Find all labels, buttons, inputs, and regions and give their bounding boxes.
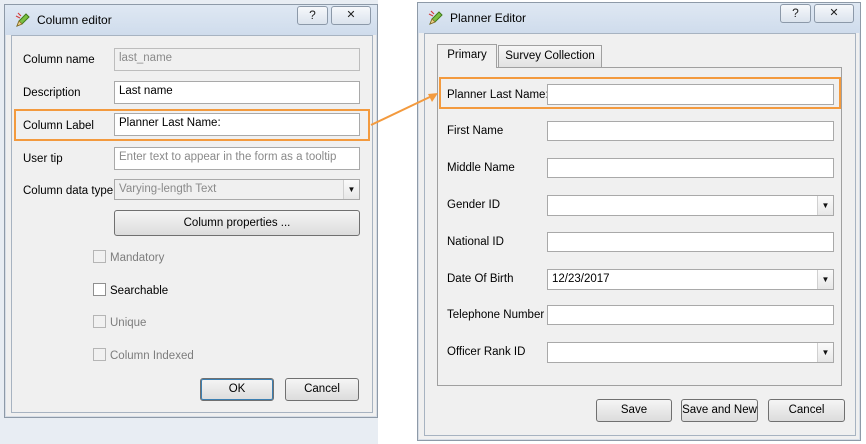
national-id-field[interactable] (547, 232, 834, 252)
middle-name-field[interactable] (547, 158, 834, 178)
column-properties-button[interactable]: Column properties ... (114, 210, 360, 236)
cancel-button[interactable]: Cancel (285, 378, 359, 401)
searchable-label: Searchable (110, 285, 169, 297)
primary-tab-pane (437, 67, 842, 386)
cancel-button[interactable]: Cancel (768, 399, 845, 422)
save-button[interactable]: Save (596, 399, 672, 422)
unique-checkbox[interactable]: Unique (93, 315, 146, 329)
middle-name-label: Middle Name (447, 162, 515, 174)
first-name-field[interactable] (547, 121, 834, 141)
column-editor-window: Column editor ? ✕ Column name last_name … (4, 4, 378, 418)
column-indexed-checkbox[interactable]: Column Indexed (93, 348, 194, 362)
column-indexed-label: Column Indexed (110, 350, 194, 362)
first-name-label: First Name (447, 125, 504, 137)
national-id-label: National ID (447, 236, 504, 248)
close-button[interactable]: ✕ (814, 4, 854, 23)
description-label: Description (23, 87, 81, 99)
planner-editor-window: Planner Editor ? ✕ Primary Survey Collec… (417, 2, 861, 441)
help-button[interactable]: ? (297, 6, 328, 25)
ok-button[interactable]: OK (200, 378, 274, 401)
mandatory-label: Mandatory (110, 252, 165, 264)
gender-id-label: Gender ID (447, 199, 501, 211)
date-of-birth-picker[interactable]: 12/23/2017 ▼ (547, 269, 834, 290)
column-data-type-value: Varying-length Text (119, 183, 217, 195)
column-name-field[interactable]: last_name (114, 48, 360, 71)
gender-id-select[interactable]: ▼ (547, 195, 834, 216)
user-tip-label: User tip (23, 153, 63, 165)
searchable-checkbox[interactable]: Searchable (93, 283, 168, 297)
column-label-field[interactable]: Planner Last Name: (114, 113, 360, 136)
chevron-down-icon: ▼ (817, 196, 833, 215)
planner-editor-title: Planner Editor (450, 11, 527, 25)
officer-rank-id-select[interactable]: ▼ (547, 342, 834, 363)
column-data-type-select[interactable]: Varying-length Text ▼ (114, 179, 360, 200)
column-data-type-label: Column data type (23, 185, 114, 197)
telephone-number-label: Telephone Number (447, 309, 545, 321)
column-editor-titlebar: Column editor ? ✕ (5, 5, 377, 35)
column-label-label: Column Label (23, 120, 94, 132)
column-name-label: Column name (23, 54, 95, 66)
planner-last-name-label: Planner Last Name: (447, 89, 549, 101)
planner-editor-titlebar: Planner Editor ? ✕ (418, 3, 860, 33)
date-of-birth-label: Date Of Birth (447, 273, 514, 285)
description-field[interactable]: Last name (114, 81, 360, 104)
column-editor-title: Column editor (37, 13, 112, 27)
planner-last-name-field[interactable] (547, 84, 834, 105)
tab-primary[interactable]: Primary (437, 44, 497, 68)
mandatory-checkbox-box[interactable] (93, 250, 106, 263)
save-and-new-button[interactable]: Save and New (681, 399, 758, 422)
unique-label: Unique (110, 317, 147, 329)
help-button[interactable]: ? (780, 4, 811, 23)
searchable-checkbox-box[interactable] (93, 283, 106, 296)
telephone-number-field[interactable] (547, 305, 834, 325)
close-button[interactable]: ✕ (331, 6, 371, 25)
column-indexed-checkbox-box[interactable] (93, 348, 106, 361)
user-tip-field[interactable]: Enter text to appear in the form as a to… (114, 147, 360, 170)
chevron-down-icon: ▼ (817, 270, 833, 289)
chevron-down-icon: ▼ (817, 343, 833, 362)
unique-checkbox-box[interactable] (93, 315, 106, 328)
date-of-birth-value: 12/23/2017 (552, 273, 610, 285)
tab-survey-collection[interactable]: Survey Collection (498, 45, 602, 67)
mandatory-checkbox[interactable]: Mandatory (93, 250, 164, 264)
chevron-down-icon: ▼ (343, 180, 359, 199)
officer-rank-id-label: Officer Rank ID (447, 346, 526, 358)
app-pencil-icon (15, 12, 30, 27)
app-pencil-icon (428, 10, 443, 25)
